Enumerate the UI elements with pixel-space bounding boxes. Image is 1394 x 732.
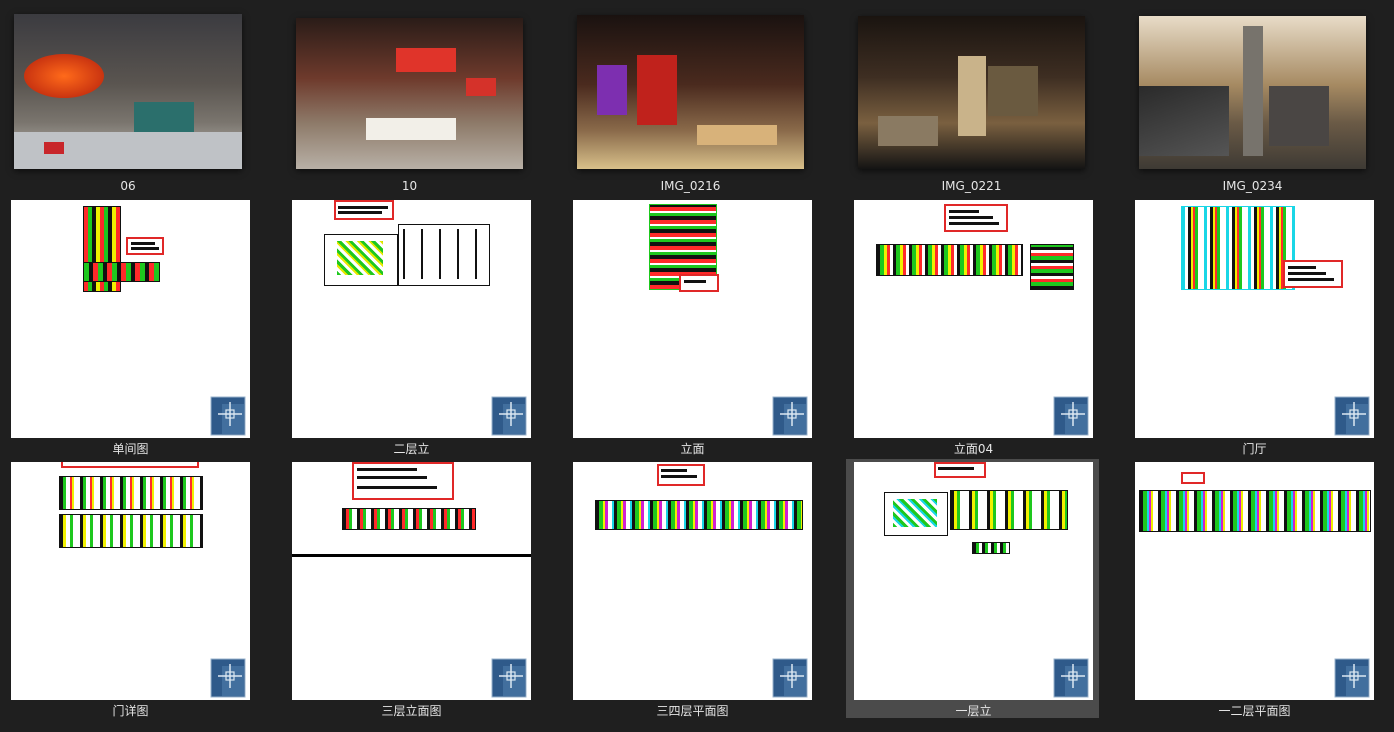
dwg-file-icon	[772, 658, 808, 698]
file-name-label: 10	[401, 179, 418, 193]
file-name-label: 三层立面图	[381, 704, 442, 718]
dwg-thumbnail	[854, 462, 1093, 700]
file-name-label: 门详图	[112, 704, 149, 718]
file-name-label: 06	[120, 179, 136, 193]
dwg-file-icon	[1334, 396, 1370, 436]
file-name-label: 一层立	[955, 704, 992, 718]
dwg-file-icon	[1334, 658, 1370, 698]
file-name-label: 立面	[680, 442, 705, 456]
dwg-file-icon	[491, 396, 527, 436]
file-name-label: 一二层平面图	[1218, 704, 1291, 718]
dwg-file-icon	[772, 396, 808, 436]
dwg-file-icon	[210, 658, 246, 698]
file-name-label: IMG_0221	[941, 179, 1002, 193]
dwg-thumbnail	[854, 200, 1093, 438]
dwg-thumbnail	[1135, 200, 1374, 438]
file-name-label: 门厅	[1242, 442, 1267, 456]
file-name-label: 三四层平面图	[656, 704, 729, 718]
photo-thumbnail	[858, 16, 1085, 169]
file-name-label: 立面04	[953, 442, 994, 456]
photo-thumbnail	[577, 15, 804, 169]
dwg-thumbnail	[292, 200, 531, 438]
photo-thumbnail	[1139, 16, 1366, 169]
thumbnail-grid: 06 10 IMG_0216 IMG_0221 IMG_0234 单间图 二层立…	[0, 0, 1394, 732]
dwg-file-icon	[1053, 658, 1089, 698]
dwg-thumbnail	[1135, 462, 1374, 700]
dwg-thumbnail	[573, 462, 812, 700]
dwg-thumbnail	[292, 462, 531, 700]
photo-thumbnail	[14, 14, 242, 169]
dwg-thumbnail	[573, 200, 812, 438]
dwg-file-icon	[1053, 396, 1089, 436]
dwg-thumbnail	[11, 462, 250, 700]
dwg-thumbnail	[11, 200, 250, 438]
photo-thumbnail	[296, 18, 523, 169]
dwg-file-icon	[210, 396, 246, 436]
dwg-file-icon	[491, 658, 527, 698]
file-name-label: 二层立	[393, 442, 430, 456]
file-name-label: IMG_0234	[1222, 179, 1283, 193]
file-name-label: 单间图	[112, 442, 149, 456]
file-name-label: IMG_0216	[660, 179, 721, 193]
